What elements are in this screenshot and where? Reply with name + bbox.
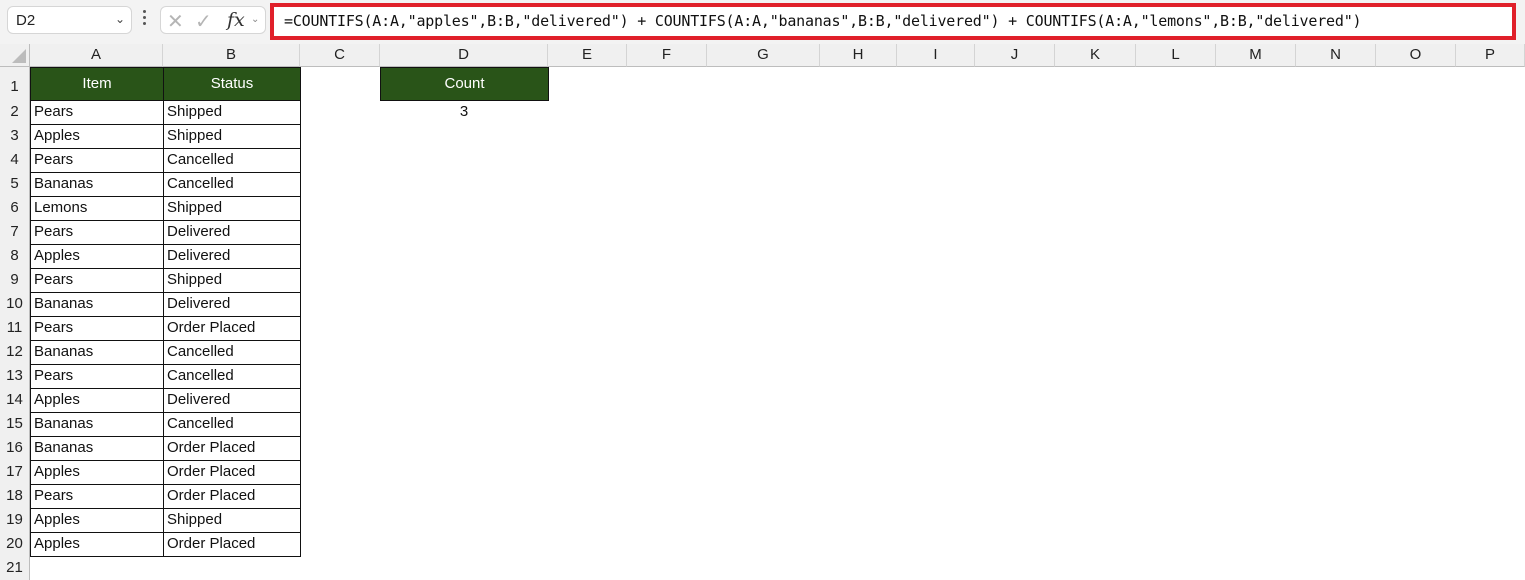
column-header-g[interactable]: G: [707, 44, 820, 67]
column-header-d[interactable]: D: [380, 44, 548, 67]
cell-item[interactable]: Pears: [30, 100, 164, 125]
cell-item[interactable]: Apples: [30, 460, 164, 485]
cell-status[interactable]: Shipped: [163, 124, 301, 149]
row-header-15[interactable]: 15: [0, 412, 30, 436]
column-header-i[interactable]: I: [897, 44, 975, 67]
row-header-8[interactable]: 8: [0, 244, 30, 268]
cell-status[interactable]: Shipped: [163, 196, 301, 221]
cell-status[interactable]: Order Placed: [163, 484, 301, 509]
cell-item[interactable]: Bananas: [30, 292, 164, 317]
cell-item[interactable]: Apples: [30, 532, 164, 557]
row-header-16[interactable]: 16: [0, 436, 30, 460]
row-header-9[interactable]: 9: [0, 268, 30, 292]
cell-item[interactable]: Pears: [30, 484, 164, 509]
cell-status[interactable]: Delivered: [163, 292, 301, 317]
row-header-20[interactable]: 20: [0, 532, 30, 556]
header-count[interactable]: Count: [380, 67, 549, 101]
cell-item[interactable]: Bananas: [30, 340, 164, 365]
row-header-11[interactable]: 11: [0, 316, 30, 340]
header-item[interactable]: Item: [30, 67, 164, 101]
cell-status[interactable]: Shipped: [163, 268, 301, 293]
cell-count-value[interactable]: 3: [380, 100, 548, 124]
cell-item[interactable]: Apples: [30, 124, 164, 149]
cell-status[interactable]: Cancelled: [163, 340, 301, 365]
cell-item[interactable]: Bananas: [30, 436, 164, 461]
row-header-17[interactable]: 17: [0, 460, 30, 484]
cell-item[interactable]: Pears: [30, 364, 164, 389]
column-header-k[interactable]: K: [1055, 44, 1136, 67]
formula-controls: ✕ ✓ fx ⌄: [160, 6, 266, 34]
column-header-b[interactable]: B: [163, 44, 300, 67]
cell-item[interactable]: Pears: [30, 148, 164, 173]
cell-status[interactable]: Delivered: [163, 220, 301, 245]
row-header-7[interactable]: 7: [0, 220, 30, 244]
column-header-m[interactable]: M: [1216, 44, 1296, 67]
cell-status[interactable]: Shipped: [163, 100, 301, 125]
name-box[interactable]: D2 ⌄: [7, 6, 132, 34]
cell-status[interactable]: Shipped: [163, 508, 301, 533]
cell-item[interactable]: Apples: [30, 508, 164, 533]
more-options-icon[interactable]: [143, 10, 147, 30]
row-header-2[interactable]: 2: [0, 100, 30, 124]
cell-item[interactable]: Apples: [30, 244, 164, 269]
row-header-18[interactable]: 18: [0, 484, 30, 508]
column-header-c[interactable]: C: [300, 44, 380, 67]
cell-status[interactable]: Delivered: [163, 244, 301, 269]
formula-text: =COUNTIFS(A:A,"apples",B:B,"delivered") …: [284, 12, 1362, 30]
cancel-icon[interactable]: ✕: [167, 9, 184, 34]
row-header-6[interactable]: 6: [0, 196, 30, 220]
row-header-3[interactable]: 3: [0, 124, 30, 148]
column-header-e[interactable]: E: [548, 44, 627, 67]
row-header-1[interactable]: 1: [0, 67, 30, 100]
cell-status[interactable]: Cancelled: [163, 148, 301, 173]
row-header-10[interactable]: 10: [0, 292, 30, 316]
row-header-12[interactable]: 12: [0, 340, 30, 364]
cell-status[interactable]: Cancelled: [163, 364, 301, 389]
cell-status[interactable]: Cancelled: [163, 172, 301, 197]
row-header-13[interactable]: 13: [0, 364, 30, 388]
row-header-19[interactable]: 19: [0, 508, 30, 532]
row-header-4[interactable]: 4: [0, 148, 30, 172]
chevron-down-icon[interactable]: ⌄: [251, 14, 259, 25]
row-header-21[interactable]: 21: [0, 556, 30, 580]
name-box-value: D2: [16, 12, 36, 29]
cell-item[interactable]: Bananas: [30, 172, 164, 197]
cell-status[interactable]: Cancelled: [163, 412, 301, 437]
column-header-j[interactable]: J: [975, 44, 1055, 67]
chevron-down-icon[interactable]: ⌄: [115, 12, 125, 26]
cell-status[interactable]: Delivered: [163, 388, 301, 413]
column-header-o[interactable]: O: [1376, 44, 1456, 67]
confirm-icon[interactable]: ✓: [195, 9, 212, 34]
insert-function-icon[interactable]: fx: [227, 9, 245, 31]
cell-status[interactable]: Order Placed: [163, 532, 301, 557]
select-all-button[interactable]: [0, 44, 30, 67]
cell-item[interactable]: Pears: [30, 316, 164, 341]
column-header-f[interactable]: F: [627, 44, 707, 67]
cell-item[interactable]: Pears: [30, 220, 164, 245]
column-header-l[interactable]: L: [1136, 44, 1216, 67]
row-header-14[interactable]: 14: [0, 388, 30, 412]
cell-item[interactable]: Apples: [30, 388, 164, 413]
row-header-5[interactable]: 5: [0, 172, 30, 196]
column-header-n[interactable]: N: [1296, 44, 1376, 67]
column-header-a[interactable]: A: [30, 44, 163, 67]
cell-item[interactable]: Pears: [30, 268, 164, 293]
cell-status[interactable]: Order Placed: [163, 436, 301, 461]
cell-status[interactable]: Order Placed: [163, 316, 301, 341]
column-header-p[interactable]: P: [1456, 44, 1525, 67]
header-status[interactable]: Status: [163, 67, 301, 101]
formula-input[interactable]: =COUNTIFS(A:A,"apples",B:B,"delivered") …: [270, 3, 1516, 40]
cell-item[interactable]: Lemons: [30, 196, 164, 221]
cell-status[interactable]: Order Placed: [163, 460, 301, 485]
column-header-h[interactable]: H: [820, 44, 897, 67]
cell-item[interactable]: Bananas: [30, 412, 164, 437]
formula-bar-area: D2 ⌄ ✕ ✓ fx ⌄ =COUNTIFS(A:A,"apples",B:B…: [0, 0, 1525, 44]
